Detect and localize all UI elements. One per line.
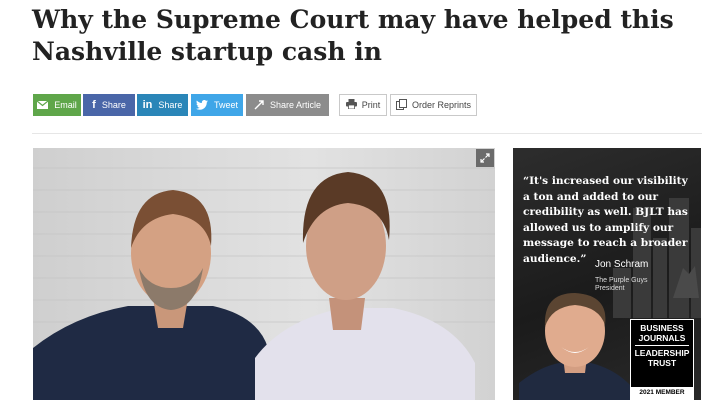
article-headline: Why the Supreme Court may have helped th… bbox=[32, 5, 674, 66]
email-share-label: Email bbox=[54, 100, 77, 110]
reprints-icon bbox=[395, 98, 407, 112]
article-photo[interactable] bbox=[33, 148, 495, 400]
facebook-icon: f bbox=[92, 99, 96, 111]
badge-year: 2021 MEMBER bbox=[631, 387, 693, 399]
linkedin-icon: in bbox=[142, 99, 153, 111]
photo-illustration bbox=[33, 167, 495, 400]
print-button[interactable]: Print bbox=[339, 94, 387, 116]
badge-line-journals: JOURNALS bbox=[638, 333, 686, 343]
twitter-icon bbox=[195, 100, 208, 110]
badge-rule bbox=[635, 345, 689, 346]
twitter-share-label: Tweet bbox=[213, 100, 238, 110]
expand-icon[interactable] bbox=[476, 149, 494, 167]
print-label: Print bbox=[361, 100, 381, 110]
linkedin-share-button[interactable]: in Share bbox=[137, 94, 188, 116]
share-article-label: Share Article bbox=[269, 100, 322, 110]
facebook-share-label: Share bbox=[101, 100, 126, 110]
reprints-label: Order Reprints bbox=[411, 100, 472, 110]
twitter-share-button[interactable]: Tweet bbox=[191, 94, 243, 116]
advertisement[interactable]: “It's increased our visibility a ton and… bbox=[513, 148, 701, 400]
envelope-icon bbox=[37, 101, 49, 109]
share-icon bbox=[254, 100, 264, 110]
badge-line-leadership: LEADERSHIP bbox=[634, 348, 690, 358]
ad-company-name: The Purple Guys bbox=[595, 277, 648, 284]
share-article-button[interactable]: Share Article bbox=[246, 94, 329, 116]
ad-person-name: Jon Schram bbox=[595, 259, 649, 270]
facebook-share-button[interactable]: f Share bbox=[83, 94, 135, 116]
ad-quote: “It's increased our visibility a ton and… bbox=[523, 175, 688, 265]
linkedin-share-label: Share bbox=[158, 100, 183, 110]
email-share-button[interactable]: Email bbox=[33, 94, 81, 116]
printer-icon bbox=[345, 99, 357, 111]
badge-line-trust: TRUST bbox=[647, 358, 677, 368]
order-reprints-button[interactable]: Order Reprints bbox=[390, 94, 477, 116]
section-divider bbox=[32, 133, 702, 134]
bj-leadership-trust-badge: BUSINESS JOURNALS LEADERSHIP TRUST 2021 … bbox=[630, 319, 694, 400]
ad-person-photo bbox=[519, 293, 631, 400]
badge-line-business: BUSINESS bbox=[640, 323, 684, 333]
